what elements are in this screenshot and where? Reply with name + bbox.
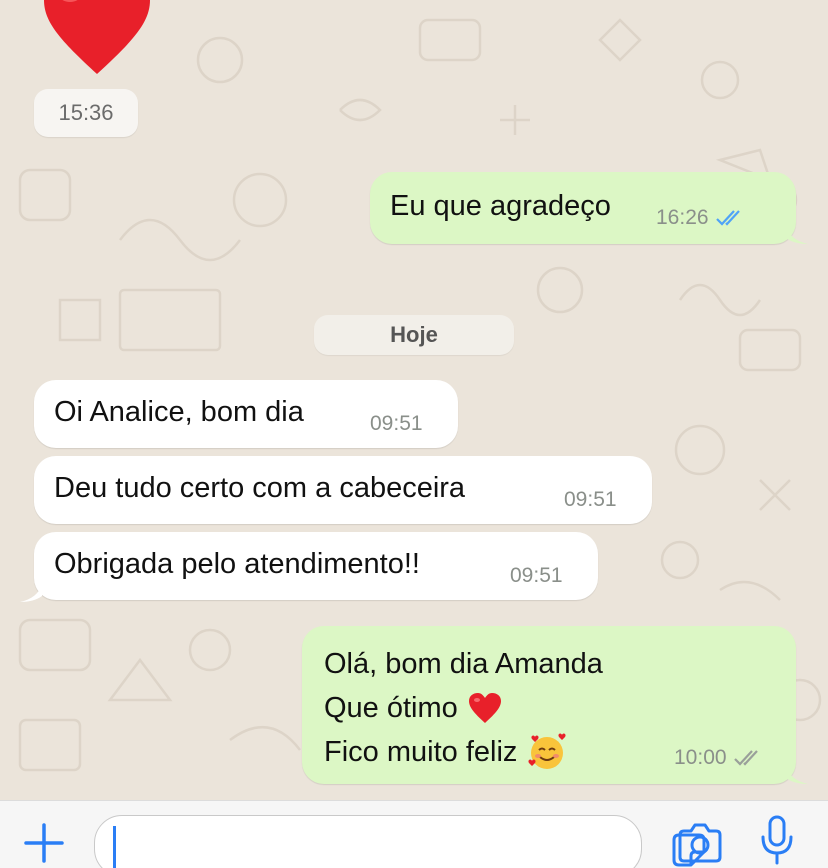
bubble-tail-icon: [20, 584, 42, 602]
message-line: Que ótimo: [324, 686, 603, 730]
delivered-double-check-icon: [733, 750, 758, 766]
message-line: Olá, bom dia Amanda: [324, 648, 603, 680]
incoming-message[interactable]: Oi Analice, bom dia 09:51: [34, 380, 458, 448]
camera-icon[interactable]: [676, 821, 724, 865]
message-text-block: Olá, bom dia Amanda Que ótimo Fico muito…: [324, 642, 603, 774]
plus-icon[interactable]: [22, 821, 66, 865]
bubble-tail-icon: [786, 226, 808, 244]
message-time: 09:51: [370, 412, 423, 435]
incoming-message[interactable]: Obrigada pelo atendimento!! 09:51: [34, 532, 598, 600]
message-input[interactable]: [94, 815, 706, 868]
message-time: 16:26: [656, 206, 709, 229]
message-input-bar: [0, 800, 828, 868]
message-text: Oi Analice, bom dia: [54, 396, 304, 428]
message-meta: 16:26: [656, 206, 745, 230]
message-time: 09:51: [510, 564, 563, 587]
message-meta: 10:00: [674, 746, 763, 770]
message-text: Deu tudo certo com a cabeceira: [54, 472, 466, 504]
read-double-check-icon: [715, 210, 740, 226]
message-line: Fico muito feliz: [324, 730, 603, 774]
incoming-message[interactable]: Deu tudo certo com a cabeceira 09:51: [34, 456, 652, 524]
message-text: Obrigada pelo atendimento!!: [54, 548, 420, 580]
text-caret: [113, 826, 116, 868]
previous-message-time: 15:36: [34, 89, 138, 137]
big-heart-emoji-icon: [44, 0, 150, 74]
bubble-tail-icon: [786, 766, 808, 784]
microphone-icon[interactable]: [760, 815, 794, 865]
message-text: Eu que agradeço: [390, 190, 611, 222]
date-separator: Hoje: [314, 315, 514, 355]
message-time: 09:51: [564, 488, 617, 511]
red-heart-icon: [468, 693, 501, 723]
outgoing-message[interactable]: Eu que agradeço 16:26: [370, 172, 796, 244]
message-time: 10:00: [674, 746, 727, 769]
smiling-face-with-hearts-icon: [528, 733, 566, 769]
outgoing-message[interactable]: Olá, bom dia Amanda Que ótimo Fico muito…: [302, 626, 796, 784]
